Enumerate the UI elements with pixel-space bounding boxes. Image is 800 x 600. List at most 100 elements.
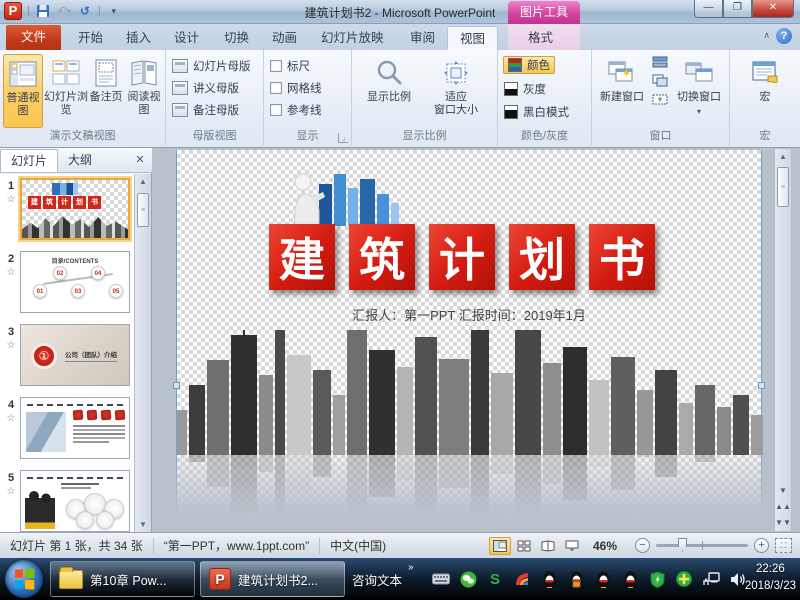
normal-view-shortcut[interactable] — [489, 537, 511, 555]
normal-view-button[interactable]: 普通视图 — [3, 54, 43, 128]
panel-close-icon[interactable]: ✕ — [132, 153, 148, 168]
previous-slide-icon[interactable]: ▲▲ — [775, 499, 791, 515]
network-icon[interactable] — [702, 570, 720, 588]
toolbar-expand-icon[interactable]: » — [408, 562, 414, 573]
panel-scrollbar[interactable]: ▲ ≡ ▼ — [134, 174, 151, 532]
panel-scrollbar-thumb[interactable]: ≡ — [137, 193, 149, 227]
tab-slideshow[interactable]: 幻灯片放映 — [309, 26, 396, 50]
picture-resize-handle-left[interactable] — [173, 382, 180, 389]
reading-view-button[interactable]: 阅读视图 — [124, 54, 164, 128]
rainbow-icon[interactable] — [513, 570, 531, 588]
taskbar-button-folder[interactable]: 第10章 Pow... — [50, 561, 195, 597]
restore-button[interactable]: ❐ — [723, 0, 752, 18]
scroll-down-icon[interactable]: ▼ — [775, 483, 791, 499]
color-button[interactable]: 颜色 — [503, 56, 555, 74]
tab-slides[interactable]: 幻灯片 — [0, 149, 58, 172]
ruler-checkbox[interactable]: 标尺 — [270, 57, 310, 75]
taskbar-toolbar[interactable]: 咨询文本 — [352, 558, 402, 600]
city-skyline-image[interactable] — [177, 330, 763, 517]
zoom-slider-track[interactable] — [656, 544, 748, 547]
slide-thumbnail-1[interactable]: 1 ☆ 建筑计划书 — [2, 178, 134, 242]
move-split-icon[interactable] — [652, 93, 668, 106]
tab-review[interactable]: 审阅 — [398, 26, 447, 50]
qq-icon[interactable] — [594, 570, 612, 588]
tab-design[interactable]: 设计 — [162, 26, 211, 50]
taskbar-button-powerpoint[interactable]: P 建筑计划书2... — [200, 561, 345, 597]
slide-master-button[interactable]: 幻灯片母版 — [172, 57, 251, 75]
zoom-button[interactable]: 显示比例 — [362, 54, 416, 128]
scroll-up-icon[interactable]: ▲ — [135, 174, 151, 189]
slide-sorter-shortcut[interactable] — [513, 537, 535, 555]
shield-icon[interactable] — [648, 570, 666, 588]
tab-transitions[interactable]: 切换 — [212, 26, 261, 50]
figure-and-buildings-graphic[interactable] — [289, 170, 401, 226]
cascade-icon[interactable] — [652, 74, 668, 87]
dialog-launcher-icon[interactable]: ⌟ — [338, 133, 348, 143]
picture-resize-handle-right[interactable] — [758, 382, 765, 389]
health-plus-icon[interactable] — [675, 570, 693, 588]
slide-thumbnail-4[interactable]: 4 ☆ — [2, 397, 134, 461]
switch-window-button[interactable]: 切换窗口 ▾ — [672, 54, 726, 128]
scroll-up-icon[interactable]: ▲ — [775, 149, 791, 164]
slide-thumbnail-3[interactable]: 3 ☆ ① 公司（团队）介绍 — [2, 324, 134, 388]
slide-counter: 幻灯片 第 1 张，共 34 张 — [0, 537, 153, 554]
grayscale-button[interactable]: 灰度 — [504, 80, 546, 98]
animation-star-icon[interactable]: ☆ — [3, 194, 19, 205]
animation-star-icon[interactable]: ☆ — [3, 486, 19, 497]
animation-star-icon[interactable]: ☆ — [3, 267, 19, 278]
slide-title[interactable]: 建 筑 计 划 书 — [269, 224, 655, 290]
qq-folder-icon[interactable] — [567, 570, 585, 588]
fit-to-window-button[interactable]: 适应 窗口大小 — [424, 54, 488, 128]
thumbnail-image: 目录/CONTENTS 02 04 01 03 05 — [20, 251, 130, 313]
tab-file[interactable]: 文件 — [6, 25, 61, 50]
qq-icon[interactable] — [621, 570, 639, 588]
handout-master-button[interactable]: 讲义母版 — [172, 79, 239, 97]
notes-master-button[interactable]: 备注母版 — [172, 101, 239, 119]
fit-slide-to-window-icon[interactable]: ⛶ — [775, 538, 792, 553]
slideshow-shortcut[interactable] — [561, 537, 583, 555]
animation-star-icon[interactable]: ☆ — [3, 413, 19, 424]
next-slide-icon[interactable]: ▼▼ — [775, 515, 791, 531]
minimize-button[interactable]: — — [694, 0, 723, 18]
help-icon[interactable]: ? — [776, 28, 792, 44]
slide-number: 4 — [4, 399, 18, 411]
reading-view-shortcut[interactable] — [537, 537, 559, 555]
clock-date: 2018/3/23 — [745, 578, 796, 595]
tab-view[interactable]: 视图 — [447, 26, 498, 50]
scrollbar-thumb[interactable]: ≡ — [777, 167, 789, 207]
main-scrollbar[interactable]: ▲ ≡ ▼ ▲▲ ▼▼ — [774, 148, 792, 532]
zoom-out-icon[interactable]: − — [635, 538, 650, 553]
language-indicator[interactable]: 中文(中国) — [320, 537, 396, 554]
collapse-ribbon-icon[interactable]: ∧ — [763, 30, 770, 41]
taskbar-clock[interactable]: 22:26 2018/3/23 — [745, 561, 796, 595]
notes-page-button[interactable]: 备注页 — [89, 54, 123, 128]
zoom-in-icon[interactable]: + — [754, 538, 769, 553]
macro-button[interactable]: 宏 — [745, 54, 785, 128]
black-white-button[interactable]: 黑白模式 — [504, 103, 569, 121]
close-button[interactable]: ✕ — [752, 0, 794, 18]
tab-home[interactable]: 开始 — [66, 26, 115, 50]
keyboard-icon[interactable] — [432, 570, 450, 588]
zoom-slider-thumb[interactable] — [678, 538, 687, 552]
arrange-all-icon[interactable] — [652, 56, 668, 68]
slide-subtitle[interactable]: 汇报人：第一PPT 汇报时间：2019年1月 — [177, 305, 761, 324]
tab-outline[interactable]: 大纲 — [58, 149, 102, 172]
slide-sorter-button[interactable]: 幻灯片浏览 — [44, 54, 88, 128]
tab-animations[interactable]: 动画 — [260, 26, 309, 50]
slide-thumbnail-2[interactable]: 2 ☆ 目录/CONTENTS 02 04 01 03 05 — [2, 251, 134, 315]
wechat-icon[interactable] — [459, 570, 477, 588]
tab-insert[interactable]: 插入 — [114, 26, 163, 50]
start-button[interactable] — [5, 560, 43, 598]
straton-icon[interactable]: S — [486, 570, 504, 588]
qq-icon[interactable] — [540, 570, 558, 588]
tab-format[interactable]: 格式 — [516, 26, 565, 50]
slide-canvas[interactable]: 建 筑 计 划 书 汇报人：第一PPT 汇报时间：2019年1月 — [176, 150, 762, 517]
new-window-button[interactable]: 新建窗口 — [594, 54, 650, 128]
gridlines-checkbox[interactable]: 网格线 — [270, 79, 322, 97]
animation-star-icon[interactable]: ☆ — [3, 340, 19, 351]
zoom-percentage[interactable]: 46% — [583, 539, 627, 553]
switch-window-dropdown-icon[interactable]: ▾ — [697, 107, 701, 116]
scroll-down-icon[interactable]: ▼ — [135, 517, 151, 532]
guides-checkbox[interactable]: 参考线 — [270, 101, 322, 119]
slide-thumbnail-5[interactable]: 5 ☆ — [2, 470, 134, 534]
